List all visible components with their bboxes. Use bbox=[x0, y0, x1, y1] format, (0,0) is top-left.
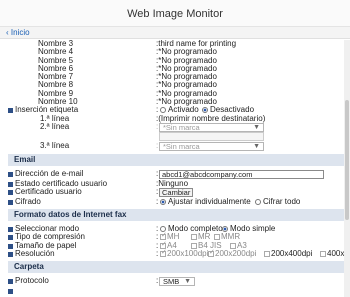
radio-icon bbox=[160, 226, 166, 233]
encrypt-all-radio[interactable]: Cifrar todo bbox=[255, 196, 301, 206]
home-link-label: Inicio bbox=[10, 28, 30, 37]
protocol-colon: : bbox=[156, 276, 159, 286]
app-header: Web Image Monitor bbox=[0, 0, 350, 27]
resolution-row: Resolución : 200x100dpi 200x200dpi 200x4… bbox=[8, 248, 346, 258]
chevron-down-icon: ▼ bbox=[253, 123, 260, 131]
line3-select[interactable]: *Sin marca ▼ bbox=[159, 141, 264, 151]
bullet-icon bbox=[8, 108, 13, 114]
checkbox-icon bbox=[320, 250, 326, 257]
checkbox-icon bbox=[264, 250, 270, 257]
resolution-200x400-checkbox[interactable]: 200x400dpi bbox=[264, 248, 313, 258]
vertical-scrollbar[interactable] bbox=[344, 40, 350, 297]
line2-row: 2.ª línea : *Sin marca ▼ bbox=[8, 121, 346, 133]
cert-label: Certificado usuario bbox=[15, 187, 82, 197]
encrypt-colon: : bbox=[156, 196, 159, 206]
checkbox-icon bbox=[214, 234, 220, 241]
resolution-200x100-label: 200x100dpi bbox=[167, 248, 209, 258]
resolution-200x100-checkbox[interactable]: 200x100dpi bbox=[160, 248, 209, 258]
app-title: Web Image Monitor bbox=[127, 8, 223, 20]
breadcrumb: ‹ Inicio bbox=[0, 27, 350, 39]
line1-value: :(Imprimir nombre destinatario) bbox=[156, 113, 266, 123]
cert-colon: : bbox=[156, 187, 159, 197]
encrypt-row: Cifrado : Ajustar individualmente Cifrar… bbox=[8, 196, 346, 206]
bullet-icon bbox=[8, 172, 13, 178]
encrypt-individual-radio[interactable]: Ajustar individualmente bbox=[160, 196, 251, 206]
resolution-label: Resolución bbox=[15, 248, 55, 258]
bullet-icon bbox=[8, 235, 13, 241]
chevron-down-icon: ▼ bbox=[184, 278, 191, 286]
encrypt-label: Cifrado bbox=[15, 196, 41, 206]
line2-select[interactable]: *Sin marca ▼ bbox=[159, 122, 264, 132]
ifax-section-header: Formato datos de Internet fax bbox=[8, 209, 346, 222]
protocol-select-value: SMB bbox=[163, 277, 180, 287]
bullet-icon bbox=[8, 279, 13, 285]
bullet-icon bbox=[8, 190, 13, 196]
checkbox-icon bbox=[160, 241, 167, 249]
resolution-200x200-checkbox[interactable]: 200x200dpi bbox=[208, 248, 257, 258]
line2-text-input[interactable] bbox=[159, 132, 264, 142]
chevron-down-icon: ▼ bbox=[253, 142, 260, 150]
checkbox-icon bbox=[160, 232, 167, 241]
protocol-row: Protocolo : SMB ▼ bbox=[8, 276, 346, 287]
email-address-colon: : bbox=[156, 169, 159, 179]
partial-row bbox=[8, 287, 346, 295]
line3-label: 3.ª línea bbox=[40, 140, 70, 150]
line2-colon: : bbox=[156, 121, 159, 131]
resolution-200x400-label: 200x400dpi bbox=[271, 248, 313, 258]
encrypt-individual-label: Ajustar individualmente bbox=[168, 196, 251, 206]
line2-label: 2.ª línea bbox=[40, 121, 70, 131]
protocol-label: Protocolo bbox=[15, 276, 49, 286]
cert-status-value: :Ninguno bbox=[156, 178, 189, 188]
bullet-icon bbox=[8, 181, 13, 187]
checkbox-icon bbox=[191, 234, 197, 241]
resolution-400x400-checkbox[interactable]: 400x400dpi bbox=[320, 249, 346, 258]
resolution-200x200-label: 200x200dpi bbox=[215, 248, 257, 258]
encrypt-all-label: Cifrar todo bbox=[263, 196, 301, 206]
settings-form: Nombre 3 :third name for printing Nombre… bbox=[8, 40, 346, 297]
email-address-label: Dirección de e-mail bbox=[15, 169, 84, 179]
checkbox-icon bbox=[208, 249, 215, 257]
bullet-icon bbox=[8, 288, 13, 294]
line3-select-value: *Sin marca bbox=[163, 141, 200, 151]
bullet-icon bbox=[8, 243, 13, 249]
checkbox-icon bbox=[160, 249, 167, 257]
bullet-icon bbox=[8, 251, 13, 257]
email-section-header: Email bbox=[8, 154, 346, 167]
bullet-icon bbox=[8, 199, 13, 205]
protocol-select[interactable]: SMB ▼ bbox=[159, 277, 195, 287]
line3-colon: : bbox=[156, 140, 159, 150]
radio-icon bbox=[255, 198, 261, 205]
home-link[interactable]: ‹ Inicio bbox=[6, 28, 30, 37]
resolution-colon: : bbox=[156, 248, 159, 258]
checkbox-icon bbox=[230, 242, 236, 249]
radio-selected-icon bbox=[202, 107, 208, 114]
line2-select-value: *Sin marca bbox=[163, 122, 200, 132]
folder-section-header: Carpeta bbox=[8, 261, 346, 274]
checkbox-icon bbox=[191, 242, 197, 249]
radio-selected-icon bbox=[160, 198, 166, 205]
radio-selected-icon bbox=[222, 226, 228, 233]
bullet-icon bbox=[8, 227, 13, 233]
radio-icon bbox=[160, 107, 166, 114]
scrollbar-thumb[interactable] bbox=[345, 100, 349, 220]
line3-row: 3.ª línea : *Sin marca ▼ bbox=[8, 140, 346, 152]
